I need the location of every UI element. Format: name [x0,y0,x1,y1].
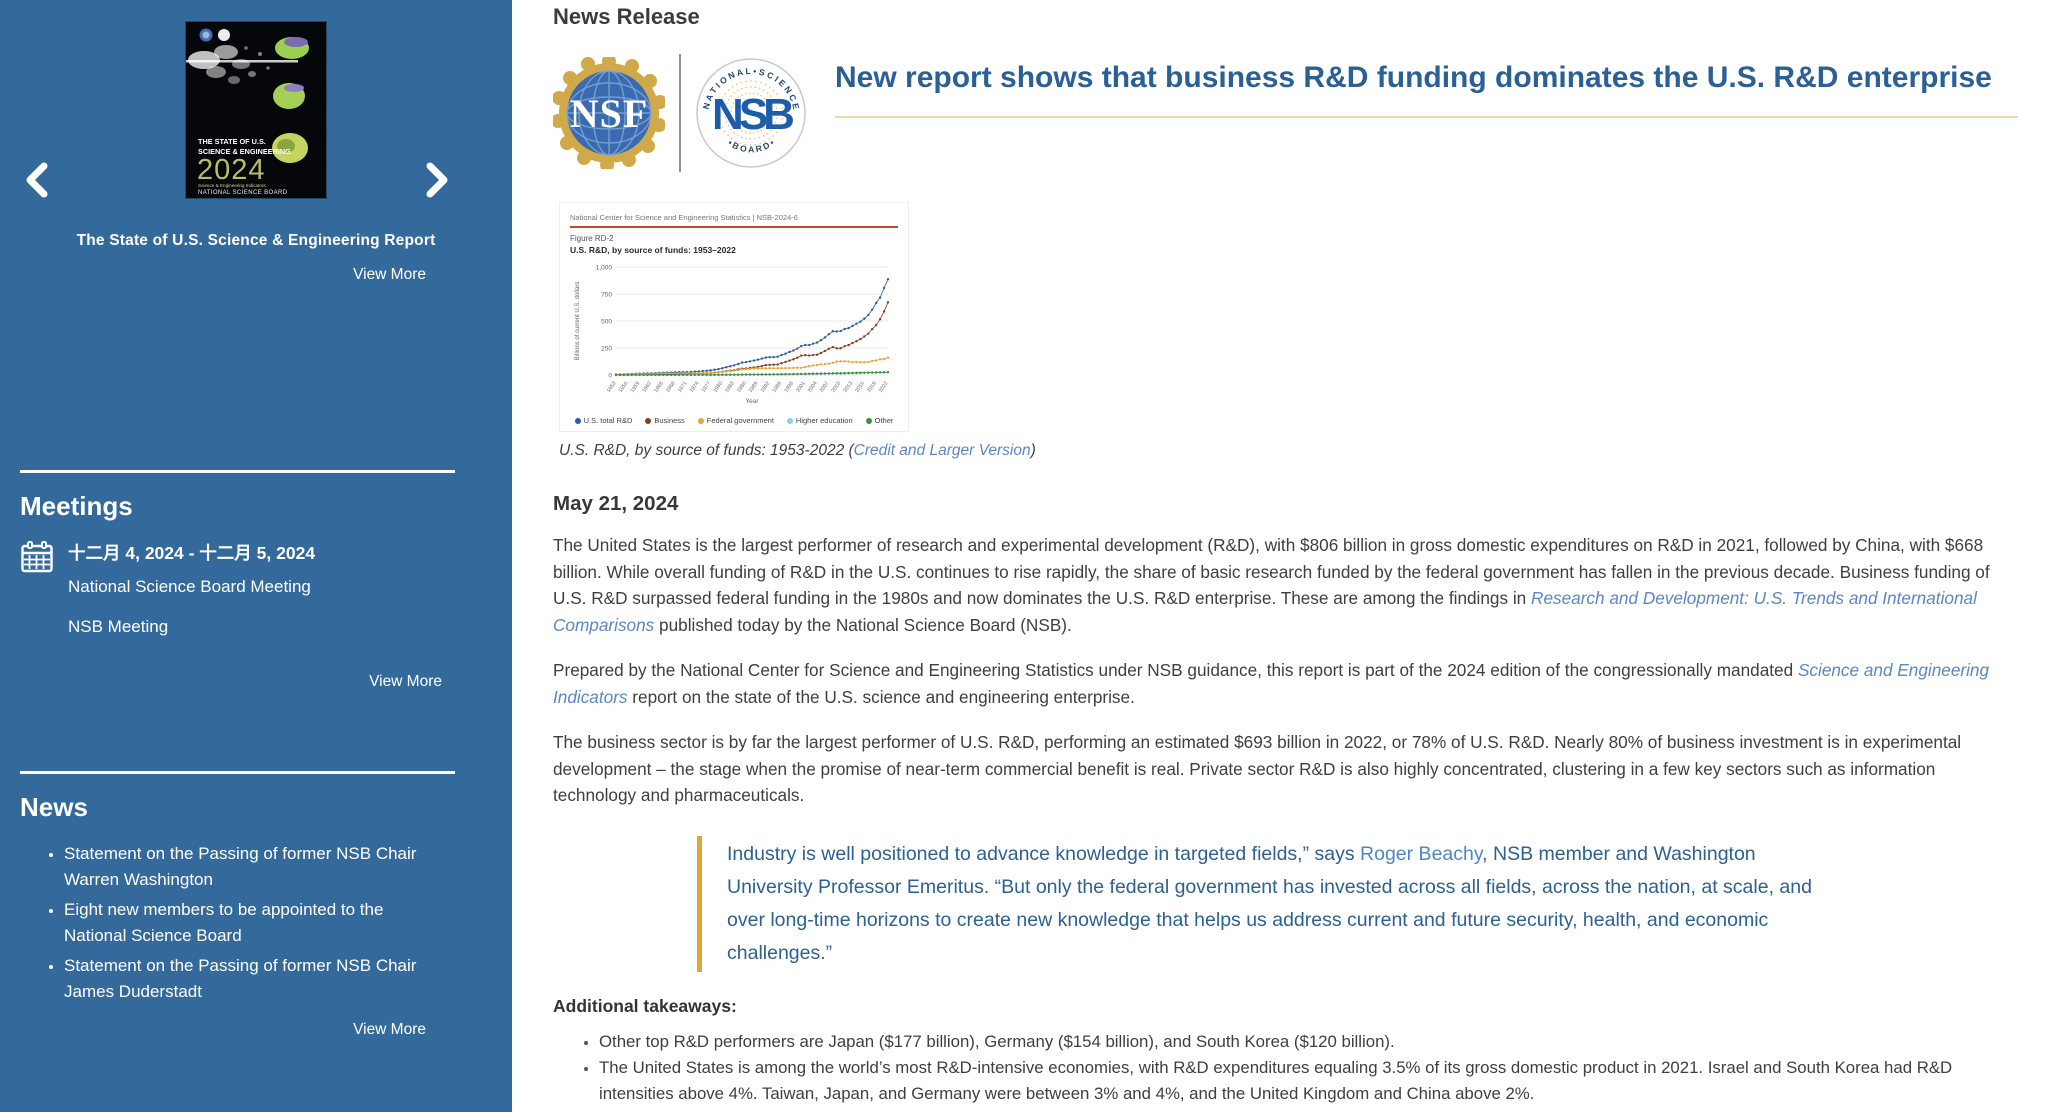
svg-text:1989: 1989 [748,381,760,394]
carousel-next-button[interactable] [418,160,454,200]
meetings-section: Meetings 十二月 4, 2024 - 十二月 5, 2024 Natio… [0,473,512,771]
meetings-heading: Meetings [20,491,512,522]
mini-nsb-logo [218,29,230,41]
news-list-item[interactable]: Statement on the Passing of former NSB C… [64,841,430,893]
rd-funding-figure[interactable]: National Center for Science and Engineer… [559,202,909,432]
cover-sub2: NATIONAL SCIENCE BOARD [198,190,288,196]
svg-text:1977: 1977 [701,381,713,394]
main-content: News Release [512,0,2048,1112]
takeaway-item: Other top R&D performers are Japan ($177… [599,1029,2018,1055]
carousel-prev-button[interactable] [20,160,56,200]
svg-text:Year: Year [745,398,759,405]
meeting-date-range: 十二月 4, 2024 - 十二月 5, 2024 [68,540,315,565]
svg-text:1986: 1986 [736,381,748,394]
calendar-icon [20,540,54,574]
svg-text:1971: 1971 [677,381,689,394]
svg-text:1968: 1968 [665,381,677,394]
svg-text:2013: 2013 [842,381,854,394]
meeting-item[interactable]: NSB Meeting [68,617,315,637]
inline-link[interactable]: Credit and Larger Version [854,442,1031,459]
svg-text:1983: 1983 [724,381,736,394]
figure-rule [570,226,898,228]
svg-text:1974: 1974 [689,381,701,394]
svg-text:Billions of current U.S. dolla: Billions of current U.S. dollars [575,282,581,361]
chart-legend: U.S. total R&D Business Federal government… [570,416,898,425]
svg-text:1959: 1959 [630,381,642,394]
title-underline [835,116,2018,118]
report-cover-image[interactable]: THE STATE OF U.S. SCIENCE & ENGINEERING … [186,22,326,198]
svg-text:2007: 2007 [819,381,831,394]
svg-text:1,000: 1,000 [596,265,613,272]
news-heading: News [20,792,512,823]
news-list-item[interactable]: Statement on the Passing of former NSB C… [64,953,430,1005]
nsf-logo: NSF [553,57,665,169]
news-section: News Statement on the Passing of former … [0,774,512,1039]
nsb-news-release-page: THE STATE OF U.S. SCIENCE & ENGINEERING … [0,0,2048,1112]
svg-text:1992: 1992 [760,381,772,394]
chevron-left-icon [22,160,54,200]
figure-source-line: National Center for Science and Engineer… [570,213,898,222]
figure-caption: U.S. R&D, by source of funds: 1953-2022 … [559,442,2018,460]
chevron-right-icon [420,160,452,200]
legend-item: U.S. total R&D [575,416,633,425]
cover-sub1: Science & Engineering Indicators [198,183,266,188]
svg-text:1965: 1965 [653,381,665,394]
page-kicker: News Release [553,4,2018,30]
svg-text:500: 500 [601,319,612,326]
news-view-more-link[interactable]: View More [20,1021,426,1039]
nsf-logo-text: NSF [570,91,649,136]
meeting-item[interactable]: National Science Board Meeting [68,577,315,597]
pull-quote: Industry is well positioned to advance k… [697,836,1817,972]
nsb-logo: N A T I O N A L • S C I E N C E • B O A … [695,57,807,169]
report-cover-art: THE STATE OF U.S. SCIENCE & ENGINEERING … [186,22,326,198]
legend-item: Federal government [698,416,774,425]
article-paragraph: The United States is the largest perform… [553,532,2018,638]
svg-text:750: 750 [601,292,612,299]
svg-text:1962: 1962 [641,381,653,394]
legend-item: Business [645,416,684,425]
rd-funding-chart: 0 250 500 750 1,000 Billions of current U.S. … [570,259,898,414]
carousel-view-more-link[interactable]: View More [0,266,426,284]
svg-text:1998: 1998 [783,381,795,394]
svg-text:0: 0 [608,373,612,380]
legend-item: Higher education [787,416,853,425]
figure-number: Figure RD-2 [570,234,898,243]
article-paragraph: The business sector is by far the larges… [553,729,2018,809]
carousel-caption: The State of U.S. Science & Engineering … [36,232,476,250]
svg-text:2010: 2010 [831,381,843,394]
svg-text:2019: 2019 [866,381,878,394]
svg-text:1995: 1995 [772,381,784,394]
nsb-logo-text: NSB [712,90,793,139]
inline-link[interactable]: Roger Beachy [1360,843,1482,865]
cover-year: 2024 [197,154,266,186]
article-title: New report shows that business R&D fundi… [835,60,2018,96]
article-paragraph: Prepared by the National Center for Scie… [553,657,2018,710]
svg-text:250: 250 [601,346,612,353]
takeaway-item: In the U.S., higher education performed … [599,1107,2018,1112]
takeaway-item: The United States is among the world’s m… [599,1055,2018,1106]
svg-text:2016: 2016 [854,381,866,394]
legend-item: Other [866,416,894,425]
takeaways-list: Other top R&D performers are Japan ($177… [553,1029,2018,1112]
svg-text:2001: 2001 [795,381,807,394]
svg-text:1980: 1980 [712,381,724,394]
figure-title: U.S. R&D, by source of funds: 1953–2022 [570,245,898,255]
news-list-item[interactable]: Eight new members to be appointed to the… [64,897,430,949]
svg-text:1956: 1956 [618,381,630,394]
agency-logos: NSF N A T I O N A L [553,54,807,172]
meetings-view-more-link[interactable]: View More [20,673,442,691]
svg-text:2022: 2022 [878,381,890,394]
cover-title-line1: THE STATE OF U.S. [198,137,266,146]
report-carousel: THE STATE OF U.S. SCIENCE & ENGINEERING … [0,22,512,470]
takeaways-heading: Additional takeaways: [553,996,2018,1017]
article-date: May 21, 2024 [553,492,2018,516]
svg-text:2004: 2004 [807,381,819,394]
sidebar: THE STATE OF U.S. SCIENCE & ENGINEERING … [0,0,512,1112]
svg-text:1953: 1953 [606,381,618,394]
logo-divider [679,54,681,172]
